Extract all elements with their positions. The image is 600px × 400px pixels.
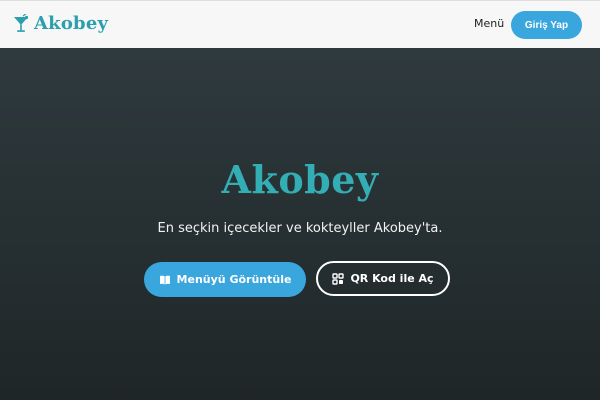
qr-open-label: QR Kod ile Aç	[350, 272, 434, 285]
brand-logo[interactable]: Akobey	[12, 12, 109, 34]
page: Akobey Menü Giriş Yap Akobey En seçkin i…	[0, 0, 600, 400]
hero-title: Akobey	[221, 157, 379, 202]
view-menu-label: Menüyü Görüntüle	[176, 273, 292, 286]
qr-grid-icon	[332, 272, 345, 285]
qr-open-button[interactable]: QR Kod ile Aç	[316, 261, 450, 296]
nav-menu-link[interactable]: Menü	[474, 17, 504, 30]
book-icon	[159, 274, 171, 286]
view-menu-button[interactable]: Menüyü Görüntüle	[144, 262, 306, 297]
brand-name: Akobey	[34, 13, 109, 34]
hero-subtitle: En seçkin içecekler ve kokteyller Akobey…	[157, 221, 443, 236]
cocktail-glass-icon	[12, 12, 30, 34]
login-button[interactable]: Giriş Yap	[511, 11, 582, 39]
hero-section: Akobey En seçkin içecekler ve kokteyller…	[0, 48, 600, 400]
top-navbar: Akobey Menü Giriş Yap	[0, 0, 600, 48]
